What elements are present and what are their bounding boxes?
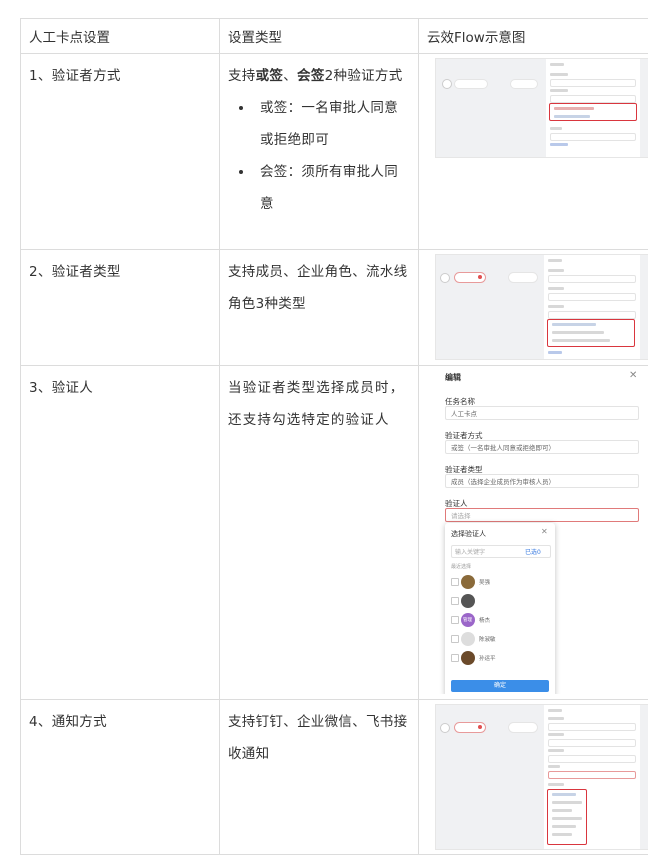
user-name: 孙运平: [479, 656, 496, 662]
bullet-item: 或签：一名审批人同意或拒绝即可: [254, 92, 410, 156]
row3-screenshot: 编辑 ✕ 任务名称 人工卡点 验证者方式 或签（一名审批人同意或拒绝即可） 验证…: [437, 368, 648, 694]
table-header-row: 人工卡点设置 设置类型 云效Flow示意图: [20, 18, 648, 54]
row4-name-cell: 4、通知方式: [20, 699, 220, 855]
row1-desc: 支持或签、会签2种验证方式 或签：一名审批人同意或拒绝即可 会签：须所有审批人同…: [220, 54, 418, 220]
table-row: 2、验证者类型 支持成员、企业角色、流水线角色3种类型: [20, 249, 648, 366]
row2-name-cell: 2、验证者类型: [20, 249, 220, 366]
verifier-select[interactable]: 请选择: [445, 508, 639, 522]
table-row: 1、验证者方式 支持或签、会签2种验证方式 或签：一名审批人同意或拒绝即可 会签…: [20, 53, 648, 250]
row1-screenshot: [435, 58, 648, 158]
row4-desc: 支持钉钉、企业微信、飞书接收通知: [228, 714, 408, 762]
row3-name-cell: 3、验证人: [20, 365, 220, 700]
edit-panel: 编辑 ✕ 任务名称 人工卡点 验证者方式 或签（一名审批人同意或拒绝即可） 验证…: [437, 368, 648, 694]
row3-name: 3、验证人: [29, 380, 94, 396]
popup-recent-label: 最近选择: [451, 564, 472, 570]
popup-search-input[interactable]: 输入关键字: [455, 547, 485, 556]
desc-text: 支持: [228, 68, 256, 84]
row2-screenshot: [435, 254, 648, 360]
user-name: 杨杰: [479, 618, 491, 624]
row3-diagram-cell: 编辑 ✕ 任务名称 人工卡点 验证者方式 或签（一名审批人同意或拒绝即可） 验证…: [418, 365, 648, 700]
bullet-item: 会签：须所有审批人同意: [254, 156, 410, 220]
row2-diagram-cell: [418, 249, 648, 366]
row2-desc: 支持成员、企业角色、流水线角色3种类型: [228, 264, 408, 312]
settings-table: 人工卡点设置 设置类型 云效Flow示意图 1、验证者方式 支持或签、会签2种验…: [20, 18, 648, 855]
header-setting: 人工卡点设置: [20, 18, 220, 54]
task-name-input[interactable]: 人工卡点: [445, 406, 639, 420]
desc-bold-countersign: 会签: [297, 68, 325, 84]
table-row: 3、验证人 当验证者类型选择成员时，还支持勾选特定的验证人 编辑 ✕ 任务名称 …: [20, 365, 648, 700]
user-name: 吴强: [479, 580, 491, 586]
row2-name: 2、验证者类型: [29, 264, 121, 280]
row1-name: 1、验证者方式: [29, 68, 121, 84]
desc-bold-orsign: 或签: [255, 68, 284, 84]
table-row: 4、通知方式 支持钉钉、企业微信、飞书接收通知: [20, 699, 648, 855]
row3-desc-cell: 当验证者类型选择成员时，还支持勾选特定的验证人: [219, 365, 419, 700]
type-select[interactable]: 成员（选择企业成员作为审核人员）: [445, 474, 639, 488]
row4-screenshot: [435, 704, 648, 850]
row1-diagram-cell: [418, 53, 648, 250]
bullet-list: 或签：一名审批人同意或拒绝即可 会签：须所有审批人同意: [228, 92, 410, 220]
user-name: 陈淑敏: [479, 637, 496, 643]
header-diagram: 云效Flow示意图: [418, 18, 648, 54]
confirm-button[interactable]: 确定: [451, 680, 549, 692]
row4-desc-cell: 支持钉钉、企业微信、飞书接收通知: [219, 699, 419, 855]
verifier-popup: 选择验证人 ✕ 输入关键字 已选0 最近选择 吴强 管理 杨杰 陈淑敏 孙运平 …: [445, 523, 555, 694]
row1-name-cell: 1、验证者方式: [20, 53, 220, 250]
row2-desc-cell: 支持成员、企业角色、流水线角色3种类型: [219, 249, 419, 366]
row4-name: 4、通知方式: [29, 714, 107, 730]
close-icon[interactable]: ✕: [629, 370, 637, 381]
row3-desc: 当验证者类型选择成员时，还支持勾选特定的验证人: [228, 380, 405, 428]
desc-text: 2种验证方式: [324, 68, 403, 84]
header-type: 设置类型: [219, 18, 419, 54]
mode-select[interactable]: 或签（一名审批人同意或拒绝即可）: [445, 440, 639, 454]
popup-close-icon[interactable]: ✕: [541, 527, 548, 536]
edit-title: 编辑: [445, 373, 461, 382]
desc-text: 、: [283, 68, 298, 84]
avatar-text: 管理: [463, 618, 472, 623]
row1-desc-cell: 支持或签、会签2种验证方式 或签：一名审批人同意或拒绝即可 会签：须所有审批人同…: [219, 53, 419, 250]
popup-selected-count: 已选0: [525, 549, 541, 556]
popup-title: 选择验证人: [451, 530, 486, 538]
row4-diagram-cell: [418, 699, 648, 855]
